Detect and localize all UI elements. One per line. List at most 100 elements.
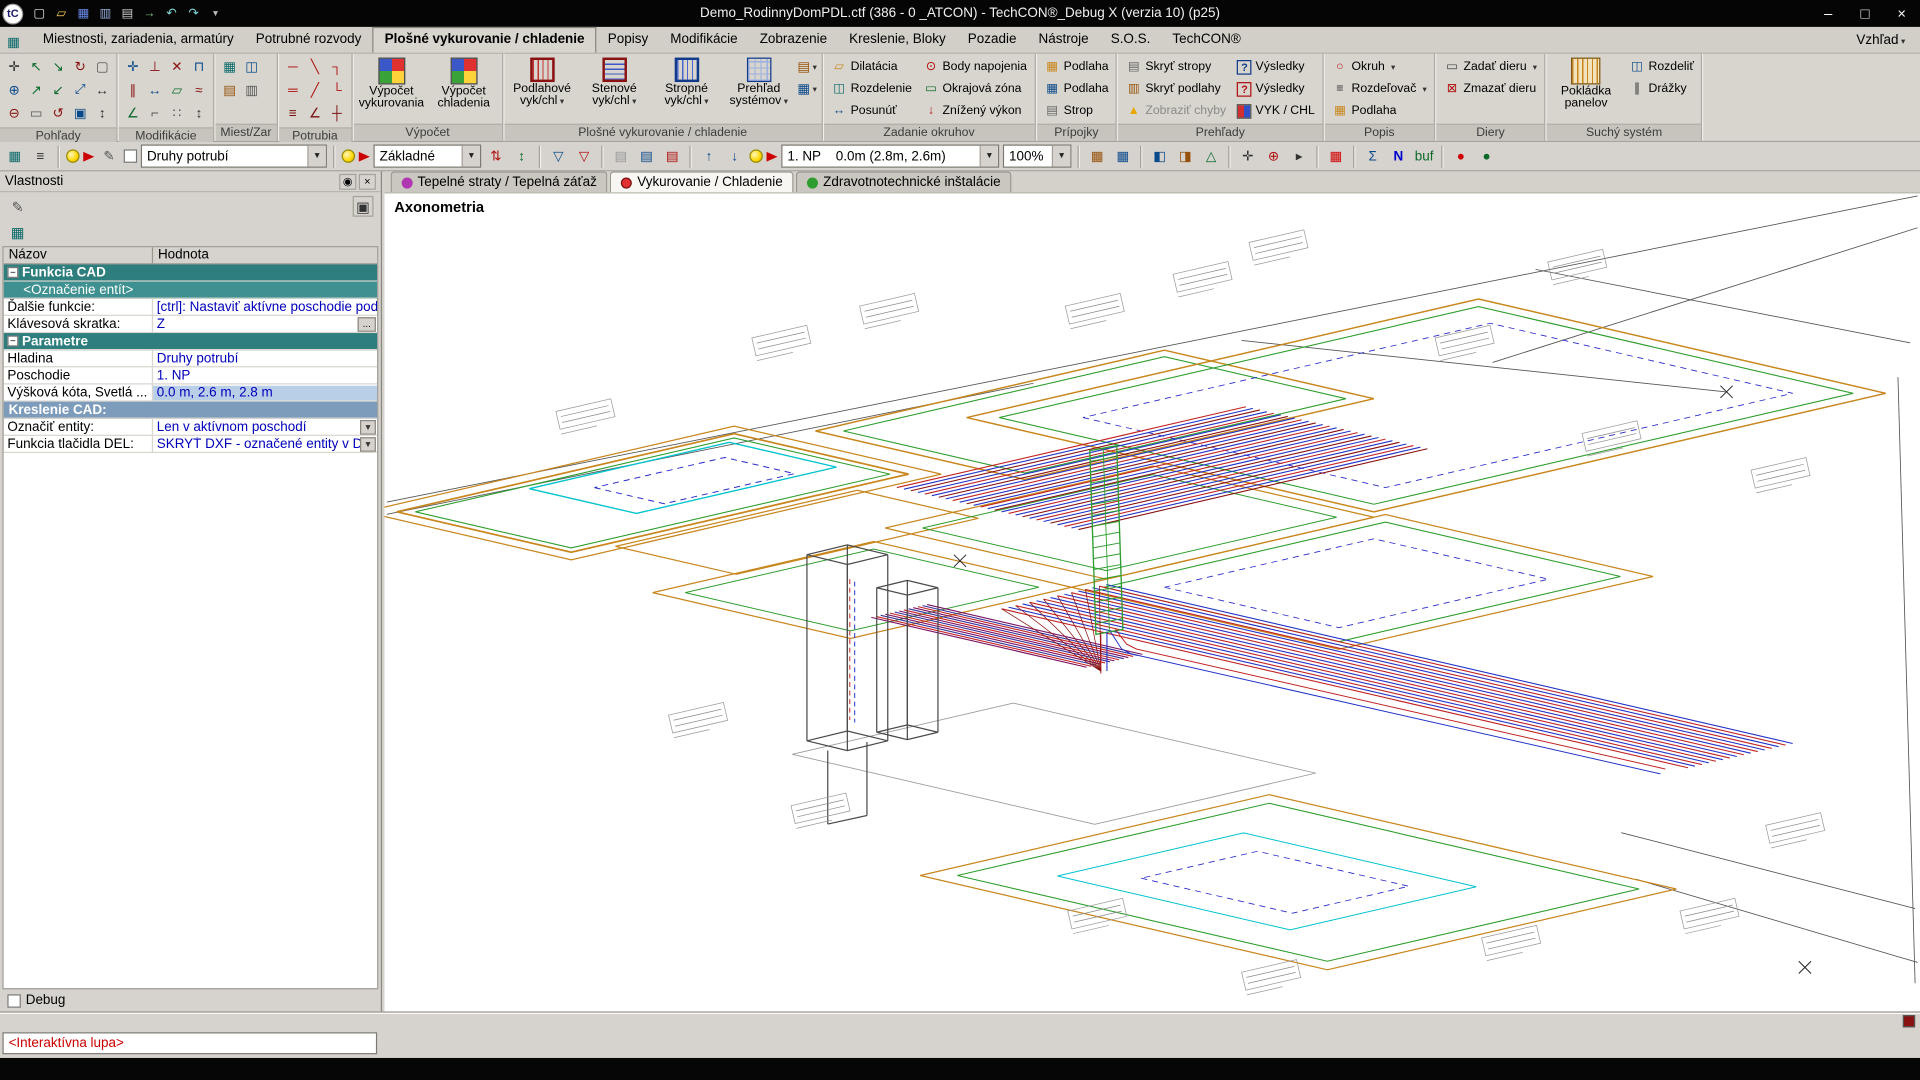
dropdown-icon[interactable]: ▼ — [360, 437, 376, 452]
zmazat-dieru-button[interactable]: ⊠Zmazať dieru — [1440, 78, 1541, 99]
detail-view-icon[interactable]: ▣ — [353, 196, 374, 217]
body-napojenia-button[interactable]: ⊙Body napojenia — [919, 56, 1030, 77]
surface-options-icon[interactable]: ▤ — [797, 56, 818, 77]
view-back-icon[interactable]: ↙ — [48, 80, 69, 101]
dropdown-icon[interactable]: ▼ — [360, 419, 376, 434]
tab-modifikacie[interactable]: Modifikácie — [659, 27, 748, 53]
style-visibility-bulb-icon[interactable] — [342, 149, 355, 162]
popis-okruh-button[interactable]: ○Okruh — [1328, 56, 1430, 77]
znizeny-vykon-button[interactable]: ↓Znížený výkon — [919, 100, 1030, 121]
undo-icon[interactable]: ↶ — [162, 4, 182, 22]
north-button[interactable]: N — [1387, 144, 1409, 167]
pripojka-podlaha2-button[interactable]: ▦Podlaha — [1040, 78, 1112, 99]
cursor-icon[interactable]: ▸ — [1288, 144, 1310, 167]
property-row[interactable]: Označiť entity: Len v aktívnom poschodí▼ — [4, 419, 377, 436]
tab-potrubne-rozvody[interactable]: Potrubné rozvody — [245, 27, 373, 53]
floor-combo[interactable]: 1. NP 0.0m (2.8m, 2.6m) ▼ — [781, 144, 999, 167]
floor-down-icon[interactable]: ↓ — [724, 144, 746, 167]
zoom-extents-icon[interactable]: ⤢ — [70, 80, 91, 101]
array-icon[interactable]: ∷ — [167, 103, 188, 124]
view-left-icon[interactable]: ↖ — [26, 56, 47, 77]
pipe-riser-icon[interactable]: ╱ — [304, 80, 325, 101]
trim-icon[interactable]: ⌐ — [144, 103, 165, 124]
property-group-row[interactable]: − Parametre — [4, 333, 377, 350]
view-fit-icon[interactable]: ↔ — [92, 80, 113, 101]
layer-flag-icon[interactable] — [83, 151, 94, 161]
axo-view-icon-1[interactable]: ◧ — [1149, 144, 1171, 167]
table-edit-icon[interactable]: ▦ — [1112, 144, 1134, 167]
doc-tab-zdravotechnika[interactable]: Zdravotnotechnické inštalácie — [796, 171, 1011, 192]
chevron-down-icon[interactable]: ▼ — [307, 146, 325, 167]
tab-popisy[interactable]: Popisy — [597, 27, 659, 53]
rozdelit-button[interactable]: ◫Rozdeliť — [1625, 56, 1697, 77]
view-front-icon[interactable]: ↘ — [48, 56, 69, 77]
new-file-icon[interactable]: ▢ — [29, 4, 49, 22]
rotate-view-left-icon[interactable]: ↺ — [48, 103, 69, 124]
doc-delete-icon[interactable]: ▤ — [661, 144, 683, 167]
move-icon[interactable]: ✛ — [122, 56, 143, 77]
pripojka-podlaha-button[interactable]: ▦Podlaha — [1040, 56, 1112, 77]
export-icon[interactable]: → — [140, 4, 160, 22]
pipe-corner-icon[interactable]: ┐ — [327, 56, 348, 77]
vysledky-button[interactable]: ?Výsledky — [1234, 56, 1319, 77]
pan-icon[interactable]: ✛ — [4, 56, 25, 77]
tab-sos[interactable]: S.O.S. — [1100, 27, 1162, 53]
ellipsis-button[interactable]: ... — [358, 317, 376, 332]
app-menu-icon[interactable]: ▦ — [2, 31, 24, 53]
skryt-stropy-button[interactable]: ▤Skryť stropy — [1122, 56, 1230, 77]
vypocet-vykurovania-button[interactable]: Výpočet vykurovania — [357, 56, 426, 111]
maximize-button[interactable]: □ — [1847, 0, 1884, 27]
cad-drawing[interactable] — [384, 193, 1920, 1011]
sort-arrows-icon[interactable]: ⇅ — [485, 144, 507, 167]
layers-icon[interactable]: ≡ — [29, 144, 51, 167]
properties-grid-icon[interactable]: ▦ — [4, 144, 26, 167]
property-row[interactable]: Ďalšie funkcie: [ctrl]: Nastaviť aktívne… — [4, 299, 377, 316]
layer-edit-icon[interactable]: ✎ — [98, 144, 120, 167]
layer-visibility-bulb-icon[interactable] — [66, 149, 79, 162]
prehlad-systemov-button[interactable]: Prehľad systémov — [724, 56, 793, 110]
view-right-icon[interactable]: ↗ — [26, 80, 47, 101]
tab-techcon[interactable]: TechCON® — [1161, 27, 1251, 53]
style-combo[interactable]: Základné ▼ — [373, 144, 481, 167]
filter-icon[interactable]: ▽ — [547, 144, 569, 167]
status-splitter[interactable] — [0, 1011, 1920, 1028]
tab-nastroje[interactable]: Nástroje — [1027, 27, 1099, 53]
property-row[interactable]: Poschodie 1. NP — [4, 367, 377, 384]
room-table-icon[interactable]: ▦ — [219, 56, 240, 77]
zoom-window-icon[interactable]: ▭ — [26, 103, 47, 124]
doc-tab-tepelne-straty[interactable]: Tepelné straty / Tepelná záťaž — [391, 171, 608, 192]
measure-icon[interactable]: ↕ — [189, 103, 210, 124]
popis-podlaha-button[interactable]: ▦Podlaha — [1328, 100, 1430, 121]
pripojka-strop-button[interactable]: ▤Strop — [1040, 100, 1112, 121]
stretch-icon[interactable]: ↔ — [144, 80, 165, 101]
vysledky2-button[interactable]: ?Výsledky — [1234, 78, 1319, 99]
dilatacia-button[interactable]: ▱Dilatácia — [827, 56, 915, 77]
close-button[interactable]: × — [1883, 0, 1920, 27]
zobrazit-chyby-button[interactable]: ▲Zobraziť chyby — [1122, 100, 1230, 121]
property-row[interactable]: Funkcia tlačidla DEL: SKRYŤ DXF - označe… — [4, 436, 377, 453]
doc-tab-vykurovanie[interactable]: Vykurovanie / Chladenie — [610, 171, 793, 192]
collapse-icon[interactable]: − — [7, 267, 18, 278]
layer-checkbox[interactable] — [124, 149, 137, 162]
filter-warning-icon[interactable]: ▽ — [573, 144, 595, 167]
record-red-icon[interactable]: ● — [1450, 144, 1472, 167]
zoom-in-icon[interactable]: ⊕ — [4, 80, 25, 101]
zoom-combo[interactable]: 100% ▼ — [1003, 144, 1072, 167]
pin-icon[interactable]: ◉ — [339, 173, 356, 189]
pipe-diagonal-icon[interactable]: ╲ — [304, 56, 325, 77]
axo-view-icon-3[interactable]: △ — [1200, 144, 1222, 167]
drazky-button[interactable]: ∥Drážky — [1625, 78, 1697, 99]
axo-view-icon-2[interactable]: ◨ — [1174, 144, 1196, 167]
grid-mode-icon[interactable]: ▦ — [7, 222, 28, 243]
red-grid-icon[interactable]: ▦ — [1325, 144, 1347, 167]
zoom-out-icon[interactable]: ⊖ — [4, 103, 25, 124]
pipe-elbow-icon[interactable]: └ — [327, 80, 348, 101]
chevron-down-icon[interactable]: ▼ — [980, 146, 998, 167]
redo-icon[interactable]: ↷ — [184, 4, 204, 22]
view-pan-vertical-icon[interactable]: ↕ — [92, 103, 113, 124]
doc-edit-icon[interactable]: ▤ — [636, 144, 658, 167]
popis-rozdelovac-button[interactable]: ≡Rozdeľovač — [1328, 78, 1430, 99]
pipe-parallel-icon[interactable]: ≡ — [282, 103, 303, 124]
skryt-podlahy-button[interactable]: ▥Skryť podlahy — [1122, 78, 1230, 99]
close-icon[interactable]: × — [359, 173, 376, 189]
